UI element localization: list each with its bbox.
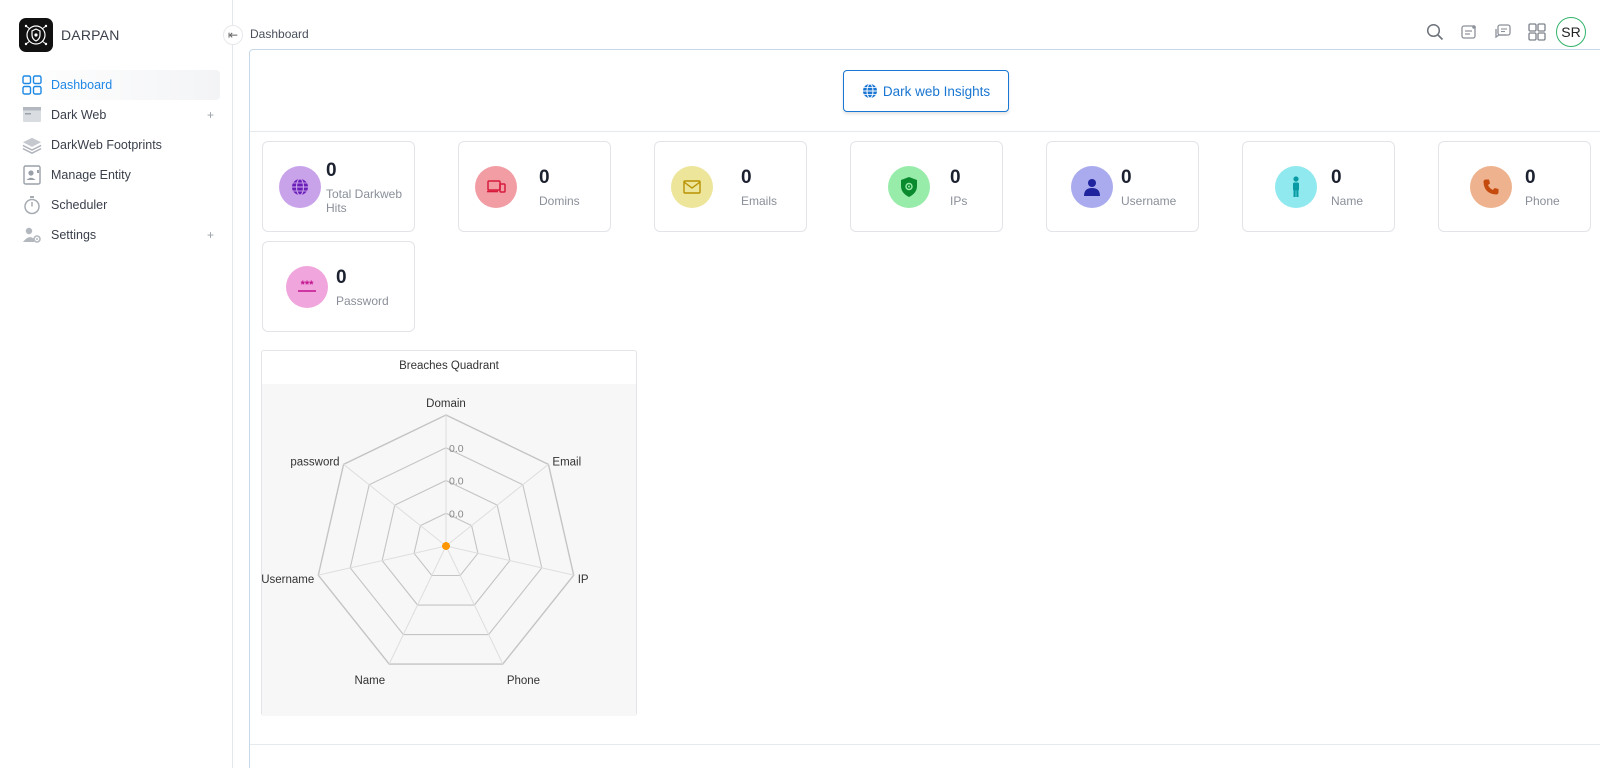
chart-title: Breaches Quadrant [399, 360, 499, 372]
radar-axis-label: Name [354, 675, 385, 687]
stat-card-username[interactable]: 0 Username [1046, 141, 1199, 232]
radar-data-point [442, 542, 450, 550]
devices-icon [475, 166, 517, 208]
stat-label: IPs [950, 194, 968, 208]
darpan-logo-icon [19, 18, 53, 52]
expand-plus-icon[interactable]: + [207, 228, 214, 242]
stat-label: Username [1121, 194, 1177, 208]
radar-spoke [318, 545, 447, 576]
sidebar-item-dark-web[interactable]: Dark Web + [13, 100, 220, 130]
sidebar-item-darkweb-footprints[interactable]: DarkWeb Footprints [13, 130, 220, 160]
radar-axis-label: IP [578, 574, 589, 586]
breadcrumb: Dashboard [250, 27, 309, 41]
brand-name: DARPAN [61, 27, 120, 43]
password-dots-icon: *** [286, 266, 328, 308]
insights-bar: Dark web Insights [250, 50, 1600, 132]
stat-label: Domins [539, 194, 580, 208]
stat-label: Emails [741, 194, 778, 208]
stat-value: 0 [336, 267, 347, 288]
stat-value: 0 [539, 167, 550, 188]
notes-icon[interactable] [1456, 19, 1482, 45]
expand-plus-icon[interactable]: + [207, 108, 214, 122]
stat-card-name[interactable]: 0 Name [1242, 141, 1395, 232]
svg-text:***: *** [301, 280, 315, 291]
radar-tick-label: 0.0 [449, 476, 464, 488]
stat-card-phone[interactable]: 0 Phone [1438, 141, 1591, 232]
collapse-sidebar-icon[interactable]: ⇤ [223, 25, 243, 45]
stat-label: Phone [1525, 194, 1560, 208]
sidebar-item-label: Dark Web [51, 108, 107, 122]
stat-value: 0 [326, 160, 337, 181]
stat-card-domins[interactable]: 0 Domins [458, 141, 611, 232]
dark-web-insights-button[interactable]: Dark web Insights [843, 70, 1009, 112]
radar-svg: Domain Email IP Phone Name Username password 0.… [261, 398, 589, 687]
stat-card-total-darkweb-hits[interactable]: 0 Total Darkweb Hits [262, 141, 415, 232]
stat-label: Password [336, 294, 389, 308]
sidebar-item-label: Dashboard [51, 78, 113, 92]
stat-value: 0 [1525, 167, 1536, 188]
radar-spoke [445, 545, 574, 576]
stat-card-ips[interactable]: 0 IPs [850, 141, 1003, 232]
user-gear-icon [22, 225, 42, 245]
apps-grid-icon[interactable] [1524, 19, 1550, 45]
user-avatar[interactable]: SR [1556, 17, 1586, 47]
search-icon[interactable] [1422, 19, 1448, 45]
sidebar-item-settings[interactable]: Settings + [13, 220, 220, 250]
globe-icon [862, 83, 877, 99]
radar-axis-label: Username [262, 574, 314, 586]
insights-button-label: Dark web Insights [882, 83, 991, 99]
radar-axis-label: Phone [507, 675, 540, 687]
stat-label: Total Darkweb Hits [326, 187, 403, 215]
shield-gear-icon [888, 166, 930, 208]
stat-value: 0 [741, 167, 752, 188]
globe-icon [279, 166, 321, 208]
radar-plot-area: Domain Email IP Phone Name Username password 0.… [261, 384, 636, 716]
phone-icon [1470, 166, 1512, 208]
radar-spoke [343, 463, 447, 547]
sidebar-item-label: DarkWeb Footprints [51, 138, 162, 152]
main-panel: Dark web Insights 0 Total Darkweb Hits 0… [249, 49, 1600, 768]
header-toolbar: SR [1414, 17, 1586, 47]
radar-axis-label: password [290, 456, 339, 468]
sidebar-item-dashboard[interactable]: Dashboard [13, 70, 220, 100]
stat-card-emails[interactable]: 0 Emails [654, 141, 807, 232]
stat-card-password[interactable]: *** 0 Password [262, 241, 415, 332]
sidebar-item-label: Settings [51, 228, 97, 242]
stat-label: Name [1331, 194, 1364, 208]
person-icon [1071, 166, 1113, 208]
app-root: DARPAN Dashboard Dark Web + DarkWeb Foot… [0, 0, 1600, 768]
envelope-icon [671, 166, 713, 208]
stat-value: 0 [1121, 167, 1132, 188]
contact-card-icon [22, 165, 42, 185]
breaches-quadrant-chart: Breaches Quadrant Domain Email IP Phone Name… [261, 350, 637, 716]
radar-tick-label: 0.0 [449, 508, 464, 520]
radar-axis-label: Email [552, 456, 581, 468]
stat-value: 0 [950, 167, 961, 188]
layers-icon [22, 135, 42, 155]
sidebar-item-scheduler[interactable]: Scheduler [13, 190, 220, 220]
brand[interactable]: DARPAN [19, 18, 120, 52]
stat-value: 0 [1331, 167, 1342, 188]
sidebar-nav: Dashboard Dark Web + DarkWeb Footprints [13, 70, 220, 250]
sidebar-item-manage-entity[interactable]: Manage Entity [13, 160, 220, 190]
radar-axis-label: Domain [426, 398, 466, 410]
stopwatch-icon [22, 195, 42, 215]
panel-divider [250, 744, 1600, 745]
sidebar-item-label: Scheduler [51, 198, 108, 212]
dashboard-grid-icon [22, 75, 42, 95]
standing-person-icon [1275, 166, 1317, 208]
radar-tick-label: 0.0 [449, 443, 464, 455]
browser-window-icon [22, 105, 42, 125]
sidebar: DARPAN Dashboard Dark Web + DarkWeb Foot… [0, 0, 233, 768]
chat-icon[interactable] [1490, 19, 1516, 45]
sidebar-item-label: Manage Entity [51, 168, 131, 182]
